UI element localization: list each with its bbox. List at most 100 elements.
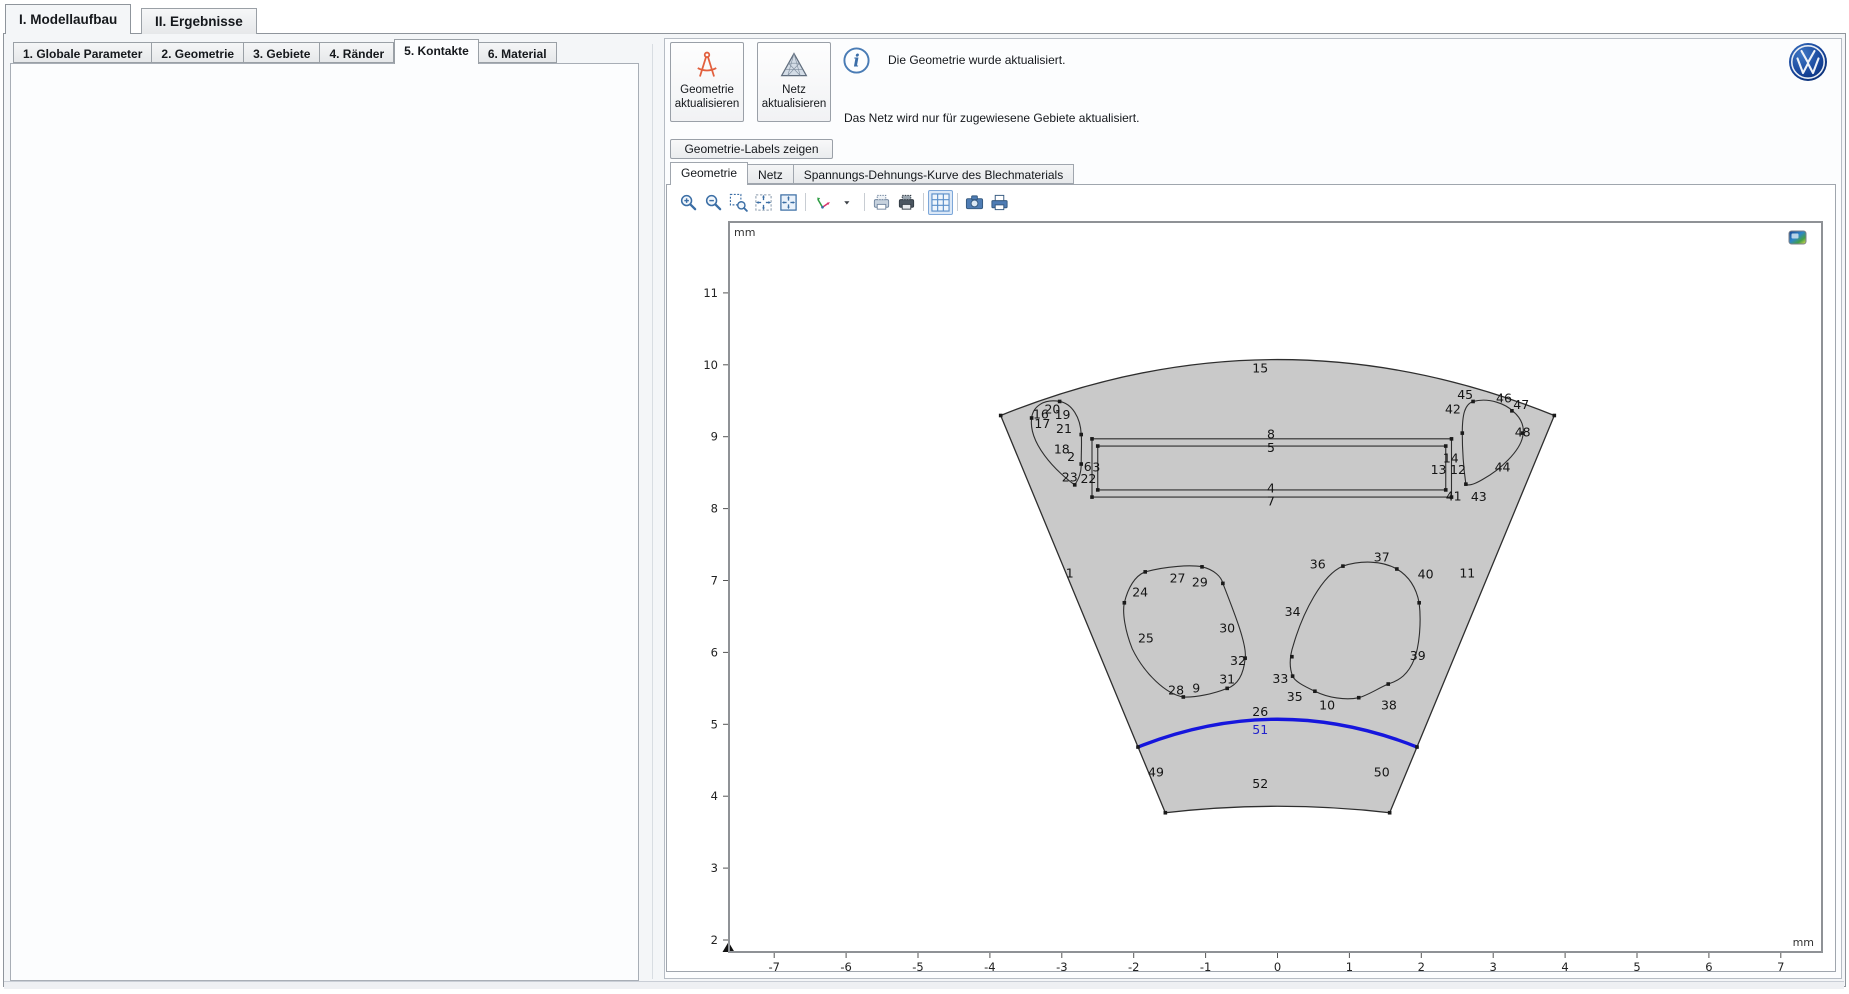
left-panel-tab-strip: 1. Globale Parameter2. Geometrie3. Gebie… [13, 39, 557, 63]
vertex-dot [1395, 567, 1399, 571]
x-tick-label: 5 [1633, 960, 1640, 972]
zoom-in-button[interactable] [676, 190, 701, 215]
info-submessage: Das Netz wird nur für zugewiesene Gebiet… [844, 111, 1139, 125]
vertex-dot [1444, 444, 1448, 448]
graphics-toolbar [676, 189, 1012, 215]
y-tick-label: 7 [711, 574, 718, 588]
tab-1. Globale Parameter[interactable]: 1. Globale Parameter [13, 42, 152, 63]
x-tick-label: -3 [1056, 960, 1067, 972]
vertex-dot [1123, 601, 1127, 605]
edge-label-1: 1 [1066, 565, 1074, 580]
vertex-dot [1096, 488, 1100, 492]
vertex-dot [1221, 582, 1225, 586]
compass-icon [691, 50, 723, 80]
edge-label-22: 22 [1080, 471, 1096, 486]
update-mesh-button[interactable]: Netz aktualisieren [757, 42, 831, 122]
x-tick-label: 6 [1705, 960, 1712, 972]
toolbar-separator [864, 193, 865, 211]
edge-label-32: 32 [1230, 653, 1246, 668]
zoom-extents-icon [754, 193, 773, 212]
zoom-fit-icon [779, 193, 798, 212]
x-tick-label: 1 [1346, 960, 1353, 972]
edge-label-5: 5 [1267, 440, 1275, 455]
edge-label-30: 30 [1219, 621, 1235, 636]
graphics-tab-Netz[interactable]: Netz [748, 164, 794, 184]
print-icon [990, 193, 1009, 212]
model-setup-panel [10, 63, 639, 981]
edge-label-29: 29 [1192, 575, 1208, 590]
y-tick-label: 3 [711, 861, 718, 875]
vertex-dot [1079, 462, 1083, 466]
x-tick-label: -6 [840, 960, 851, 972]
plot-image-icon[interactable] [1789, 231, 1806, 244]
x-tick-label: -5 [912, 960, 923, 972]
y-tick-label: 11 [703, 286, 718, 300]
edge-label-31: 31 [1219, 672, 1235, 687]
vertex-dot [1290, 655, 1294, 659]
tab-modellaufbau[interactable]: I. Modellaufbau [5, 4, 131, 34]
graphics-tab-Spannungs-Dehnungs-Kurve des Blechmaterials[interactable]: Spannungs-Dehnungs-Kurve des Blechmateri… [794, 164, 1074, 184]
export-image-icon [897, 193, 916, 212]
zoom-extents-button[interactable] [751, 190, 776, 215]
view-orientation-icon [813, 193, 832, 212]
panel-splitter[interactable] [652, 44, 653, 979]
edge-label-49: 49 [1148, 764, 1164, 779]
vertex-dot [1388, 811, 1392, 815]
edge-label-35: 35 [1287, 689, 1303, 704]
tab-5. Kontakte[interactable]: 5. Kontakte [394, 39, 479, 64]
tab-6. Material[interactable]: 6. Material [479, 42, 557, 63]
edge-label-24: 24 [1132, 585, 1148, 600]
mesh-icon [778, 50, 810, 80]
update-geometry-button[interactable]: Geometrie aktualisieren [670, 42, 744, 122]
edge-label-33: 33 [1272, 671, 1288, 686]
edge-label-45: 45 [1457, 387, 1473, 402]
edge-label-15: 15 [1252, 360, 1268, 375]
edge-label-34: 34 [1285, 604, 1301, 619]
update-geometry-label: Geometrie aktualisieren [671, 84, 743, 112]
zoom-fit-button[interactable] [776, 190, 801, 215]
caret-down-button[interactable] [835, 190, 860, 215]
edge-label-21: 21 [1056, 421, 1072, 436]
edge-label-17: 17 [1034, 416, 1050, 431]
y-tick-label: 8 [711, 502, 718, 516]
tab-4. Ränder[interactable]: 4. Ränder [320, 42, 394, 63]
edge-label-10: 10 [1319, 698, 1335, 713]
toolbar-separator [805, 193, 806, 211]
x-tick-label: 4 [1561, 960, 1568, 972]
vertex-dot [1553, 414, 1557, 418]
view-orientation-button[interactable] [810, 190, 835, 215]
edge-label-42: 42 [1445, 401, 1461, 416]
vertex-dot [1136, 745, 1140, 749]
edge-label-44: 44 [1495, 460, 1511, 475]
edge-label-12: 12 [1450, 462, 1466, 477]
tab-ergebnisse[interactable]: II. Ergebnisse [141, 8, 257, 34]
zoom-out-button[interactable] [701, 190, 726, 215]
vertex-dot [1415, 745, 1419, 749]
zoom-in-icon [679, 193, 698, 212]
export-image-button[interactable] [894, 190, 919, 215]
graphics-tab-Geometrie[interactable]: Geometrie [670, 162, 748, 185]
copy-image-icon [872, 193, 891, 212]
tab-3. Gebiete[interactable]: 3. Gebiete [244, 42, 320, 63]
x-tick-label: 0 [1274, 960, 1281, 972]
grid-button[interactable] [928, 190, 953, 215]
vertex-dot [1090, 437, 1094, 441]
tab-2. Geometrie[interactable]: 2. Geometrie [152, 42, 244, 63]
vertex-dot [1460, 431, 1464, 435]
copy-image-button[interactable] [869, 190, 894, 215]
vertex-dot [1464, 482, 1468, 486]
edge-label-27: 27 [1170, 570, 1186, 585]
edge-label-46: 46 [1496, 391, 1512, 406]
edge-label-48: 48 [1515, 424, 1531, 439]
vw-logo-icon [1788, 42, 1828, 82]
edge-label-41: 41 [1446, 488, 1462, 503]
edge-label-13: 13 [1431, 462, 1447, 477]
plot-canvas[interactable]: -7-6-5-4-3-2-101234567234567891011mmmm15… [666, 184, 1836, 972]
print-button[interactable] [987, 190, 1012, 215]
edge-label-2: 2 [1067, 449, 1075, 464]
zoom-selected-button[interactable] [726, 190, 751, 215]
vertex-dot [1225, 687, 1229, 691]
snapshot-button[interactable] [962, 190, 987, 215]
show-geometry-labels-button[interactable]: Geometrie-Labels zeigen [670, 139, 833, 159]
edge-label-38: 38 [1381, 698, 1397, 713]
